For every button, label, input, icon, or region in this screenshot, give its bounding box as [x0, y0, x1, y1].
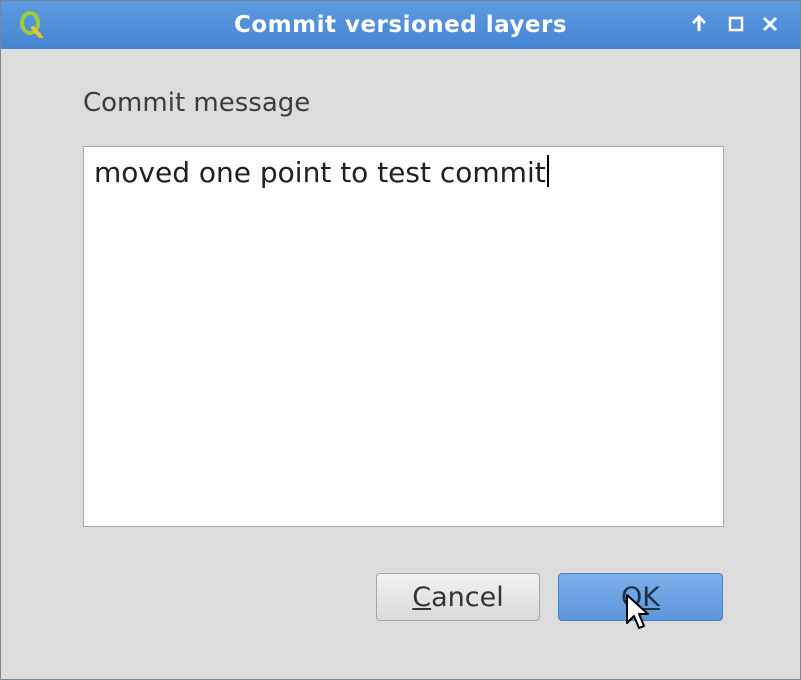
commit-dialog: Commit versioned layers Commit message m… [0, 0, 801, 680]
up-arrow-icon[interactable] [688, 13, 710, 35]
text-caret [546, 155, 549, 187]
cancel-label: ancel [431, 581, 504, 613]
maximize-icon[interactable] [725, 13, 747, 35]
cancel-mnemonic: C [412, 581, 432, 613]
commit-message-field[interactable]: moved one point to test commit [83, 146, 724, 527]
commit-message-text: moved one point to test commit [94, 156, 546, 189]
window-title: Commit versioned layers [233, 12, 568, 38]
mouse-pointer-icon [626, 594, 649, 629]
commit-message-label: Commit message [83, 88, 311, 118]
title-bar[interactable]: Commit versioned layers [1, 1, 800, 49]
cancel-button[interactable]: Cancel [376, 573, 540, 621]
close-icon[interactable] [759, 13, 781, 35]
